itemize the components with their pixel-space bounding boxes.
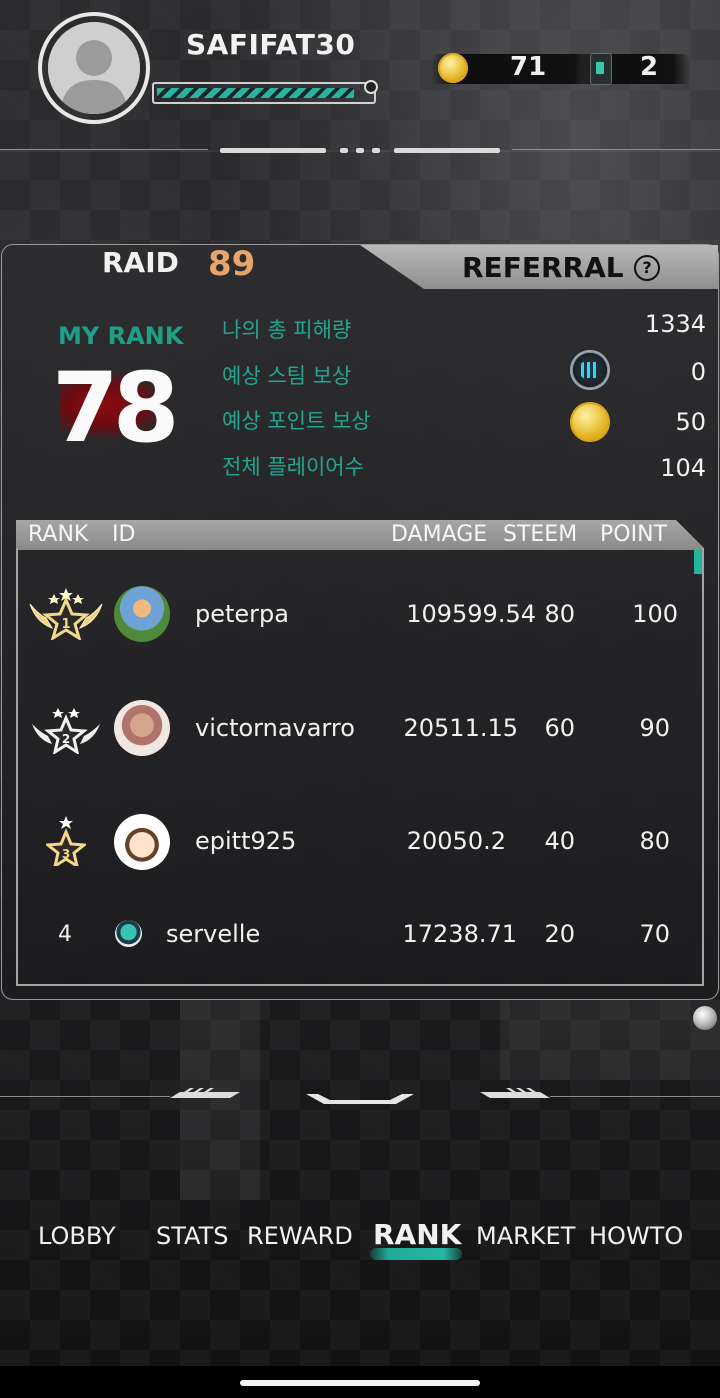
svg-text:3: 3: [62, 847, 70, 861]
row-2-steem: 60: [544, 714, 575, 742]
stat-total-players-value: 104: [660, 454, 706, 482]
avatar-servelle[interactable]: [115, 920, 142, 947]
stat-steem-reward-label: 예상 스팀 보상: [222, 364, 352, 388]
col-id: ID: [112, 522, 136, 547]
row-1-point: 100: [632, 600, 678, 628]
coin-count: 71: [510, 52, 547, 82]
tab-raid[interactable]: RAID: [102, 246, 179, 279]
stat-total-players-label: 전체 플레이어수: [222, 455, 364, 479]
rank-1-badge-icon: 1: [26, 588, 106, 644]
row-2-damage: 20511.15: [403, 714, 518, 742]
my-rank-label: MY RANK: [58, 322, 184, 350]
raid-number: 89: [208, 244, 256, 284]
xp-knob: [364, 80, 378, 94]
nav-lobby[interactable]: LOBBY: [38, 1222, 116, 1250]
nav-reward[interactable]: REWARD: [247, 1222, 353, 1250]
xp-bar: [152, 80, 382, 106]
row-4-damage: 17238.71: [402, 920, 517, 948]
row-1-name[interactable]: peterpa: [195, 600, 289, 628]
xp-bar-fill: [157, 88, 354, 98]
row-3-name[interactable]: epitt925: [195, 827, 296, 855]
header-divider: [0, 148, 720, 153]
steem-icon: [570, 350, 610, 390]
stat-point-reward-value: 50: [675, 408, 706, 436]
footer-divider: [0, 1088, 720, 1108]
row-4-rank: 4: [58, 922, 72, 947]
col-damage: DAMAGE: [391, 522, 488, 547]
avatar-epitt925[interactable]: [114, 814, 170, 870]
nav-rank[interactable]: RANK: [373, 1218, 461, 1251]
svg-text:2: 2: [62, 732, 70, 746]
row-2-point: 90: [639, 714, 670, 742]
row-1-damage: 109599.54: [406, 600, 536, 628]
nav-stats[interactable]: STATS: [156, 1222, 228, 1250]
row-3-damage: 20050.2: [406, 827, 506, 855]
row-4-name[interactable]: servelle: [166, 920, 260, 948]
username: SAFIFAT30: [186, 28, 356, 61]
row-3-point: 80: [639, 827, 670, 855]
point-coin-icon: [570, 402, 610, 442]
coin-icon: [438, 53, 468, 83]
home-indicator[interactable]: [240, 1380, 480, 1386]
nav-howto[interactable]: HOWTO: [589, 1222, 683, 1250]
table-scrollbar[interactable]: [694, 550, 702, 574]
avatar[interactable]: [48, 22, 140, 114]
bottom-nav: LOBBY STATS REWARD RANK MARKET HOWTO: [0, 1212, 720, 1272]
row-4-point: 70: [639, 920, 670, 948]
row-3-steem: 40: [544, 827, 575, 855]
svg-text:1: 1: [61, 617, 70, 632]
row-1-steem: 80: [544, 600, 575, 628]
help-icon[interactable]: ?: [634, 255, 660, 281]
stat-total-damage-value: 1334: [644, 310, 706, 338]
row-4-steem: 20: [544, 920, 575, 948]
avatar-peterpa[interactable]: [114, 586, 170, 642]
scroll-knob[interactable]: [693, 1006, 717, 1030]
stat-total-damage-label: 나의 총 피해량: [222, 318, 352, 342]
user-silhouette-icon: [48, 22, 140, 114]
card-icon: [590, 53, 612, 85]
card-count: 2: [640, 52, 659, 82]
tab-referral-label: REFERRAL: [462, 251, 624, 284]
rank-2-badge-icon: 2: [30, 706, 102, 758]
tab-referral[interactable]: REFERRAL ?: [360, 245, 718, 289]
rank-3-badge-icon: 3: [44, 814, 88, 870]
col-point: POINT: [600, 522, 667, 547]
row-2-name[interactable]: victornavarro: [195, 714, 355, 742]
avatar-victornavarro[interactable]: [114, 700, 170, 756]
nav-market[interactable]: MARKET: [476, 1222, 575, 1250]
col-rank: RANK: [28, 522, 89, 547]
my-rank-value: 78: [52, 352, 180, 464]
rank-table: [16, 520, 704, 986]
stat-steem-reward-value: 0: [690, 358, 706, 386]
col-steem: STEEM: [503, 522, 578, 547]
stat-point-reward-label: 예상 포인트 보상: [222, 409, 371, 433]
